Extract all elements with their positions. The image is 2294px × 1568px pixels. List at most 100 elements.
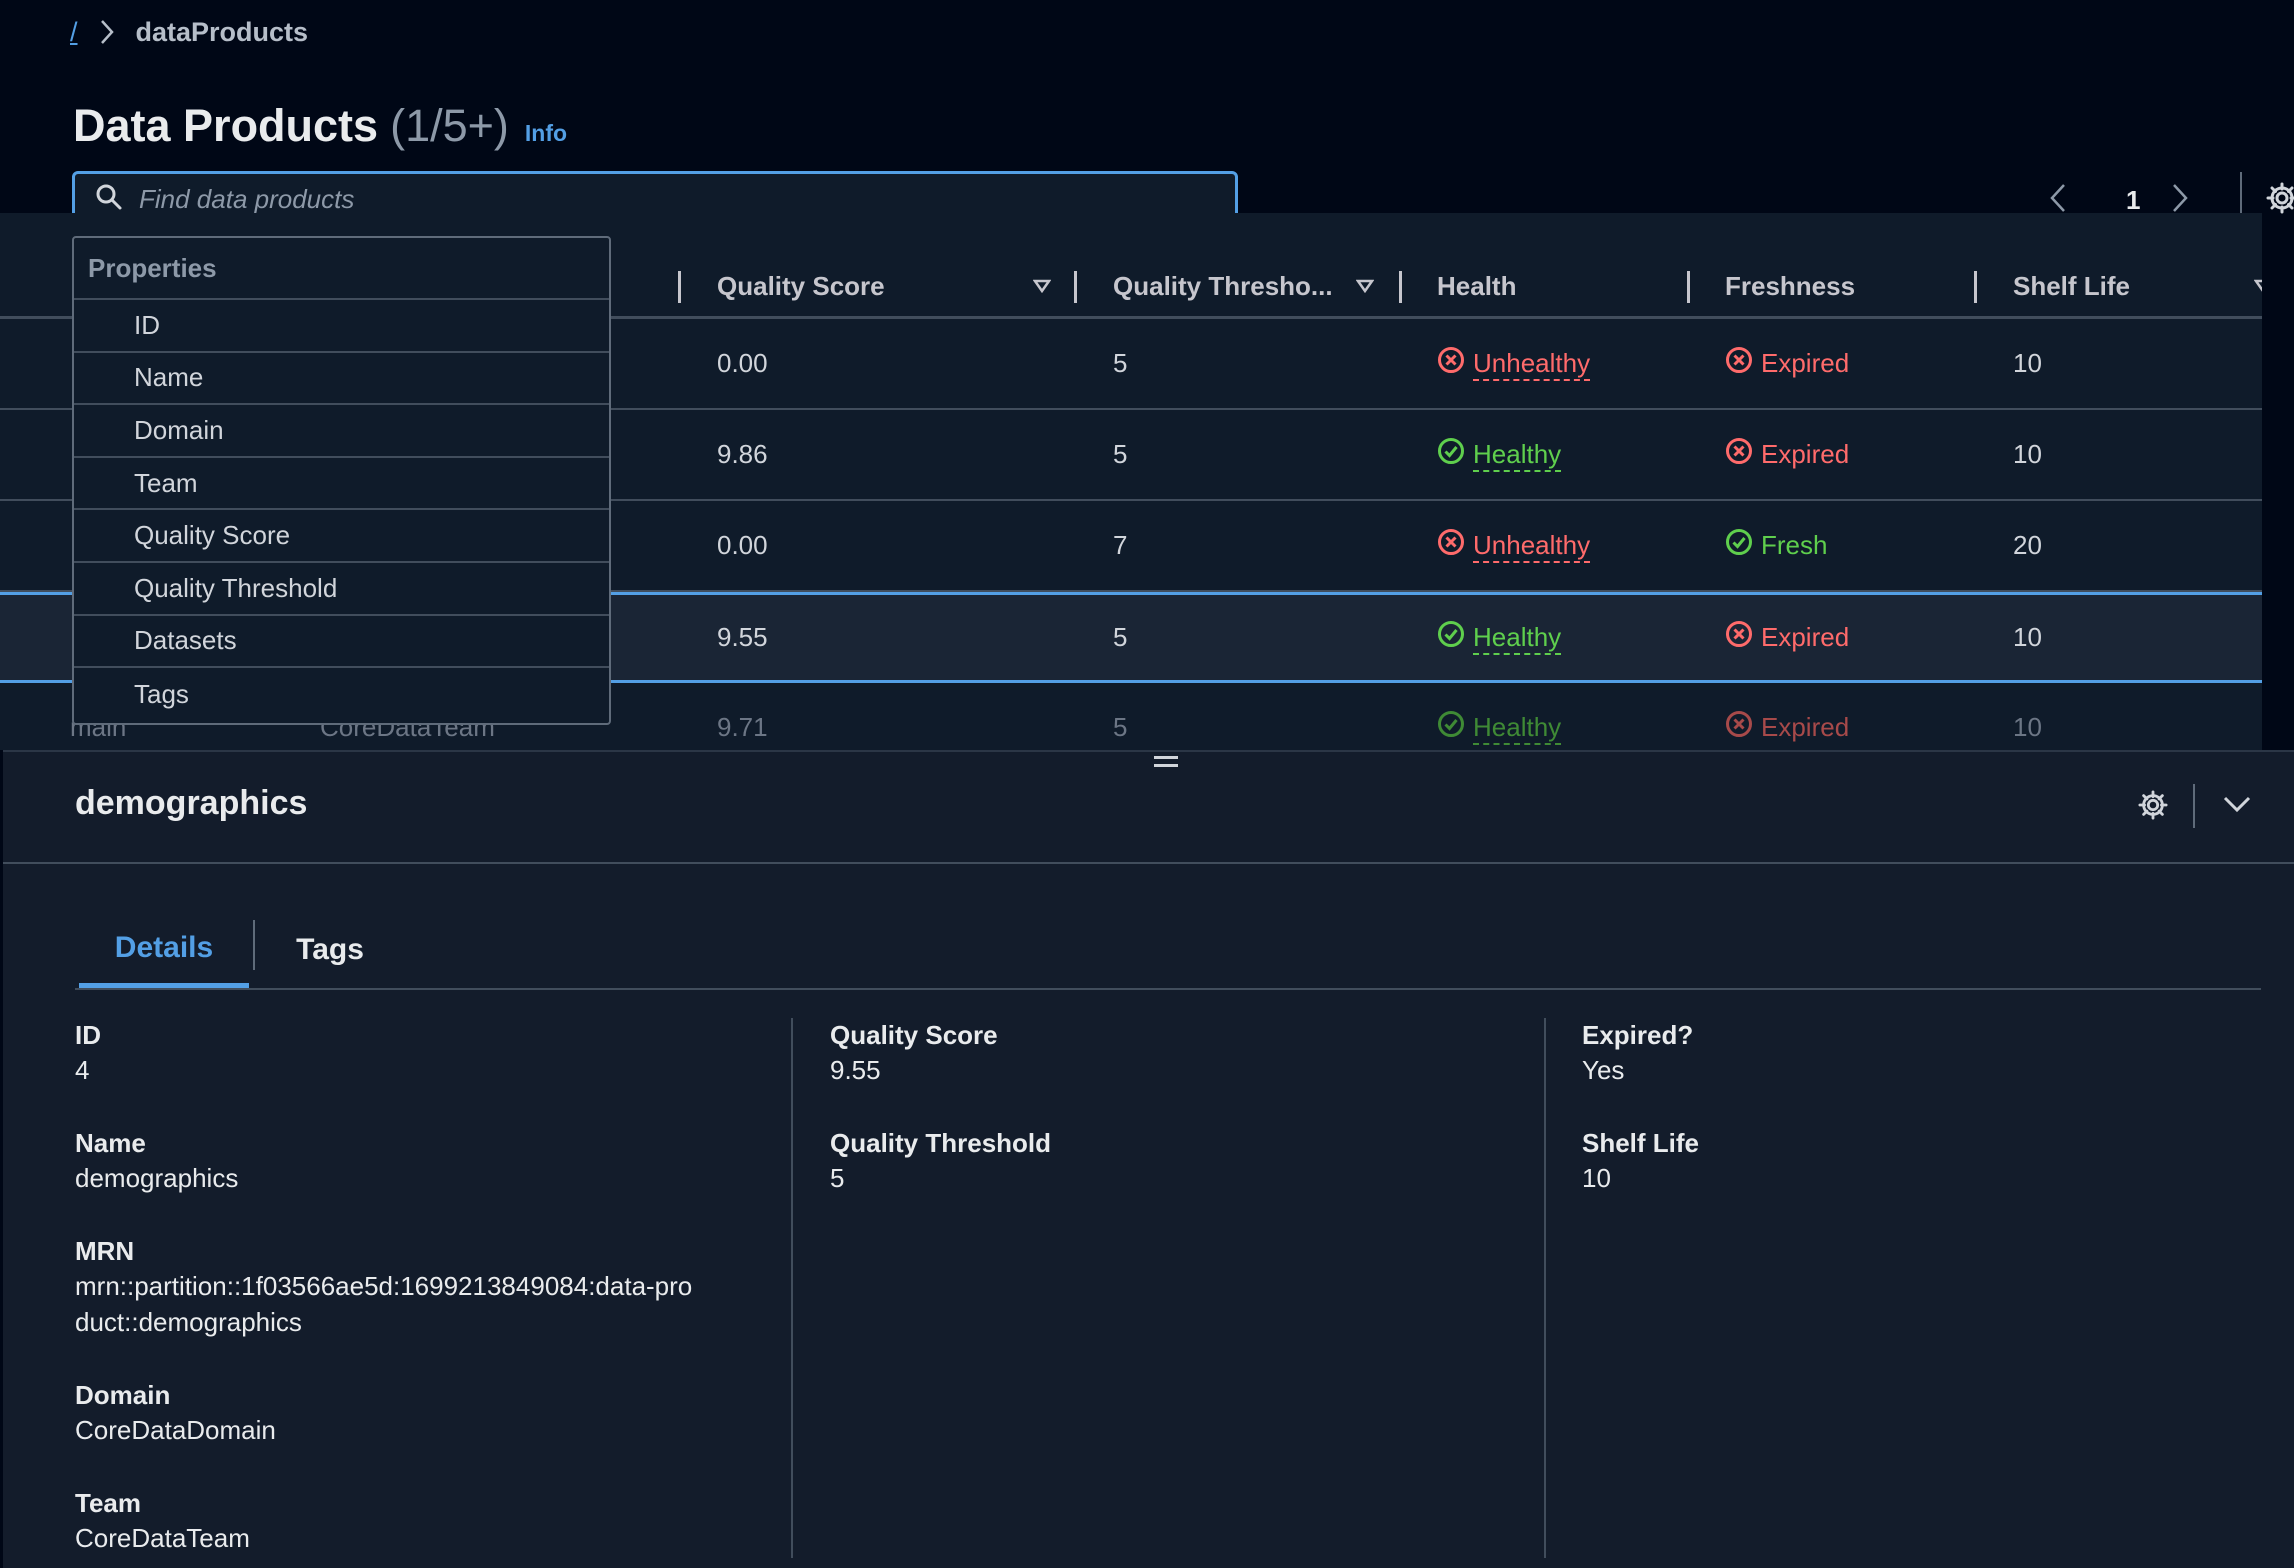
column-header-shelf-life[interactable]: Shelf Life: [2013, 253, 2130, 319]
dropdown-option-domain[interactable]: Domain: [74, 405, 609, 458]
health-status-text[interactable]: Healthy: [1473, 621, 1562, 655]
cell-freshness: Expired: [1725, 683, 1849, 750]
health-status-text[interactable]: Healthy: [1473, 711, 1562, 745]
field-expired: Expired? Yes: [1582, 1018, 2282, 1088]
field-name: Name demographics: [75, 1126, 775, 1196]
column-header-quality-score[interactable]: Quality Score: [717, 253, 885, 319]
field-label: Expired?: [1582, 1020, 1694, 1050]
column-divider: [1544, 1018, 1546, 1558]
cell-health: Healthy: [1437, 595, 1562, 680]
status-error-icon: [1725, 620, 1753, 655]
field-value: 10: [1582, 1163, 1611, 1193]
field-value: demographics: [75, 1163, 239, 1193]
status-error-icon: [1725, 346, 1753, 381]
field-value: CoreDataTeam: [75, 1523, 250, 1553]
field-id: ID 4: [75, 1018, 775, 1088]
field-value: CoreDataDomain: [75, 1415, 276, 1445]
panel-header-divider: [2193, 784, 2195, 828]
cell-quality-score: 9.86: [717, 439, 768, 469]
dropdown-option-quality-threshold[interactable]: Quality Threshold: [74, 563, 609, 616]
field-quality-threshold: Quality Threshold 5: [830, 1126, 1530, 1196]
page-title: Data Products (1/5+) Info: [73, 100, 567, 152]
tab-tags[interactable]: Tags: [275, 912, 385, 988]
column-resizer[interactable]: [1399, 271, 1402, 303]
cell-shelf-life: 10: [2013, 439, 2042, 469]
field-value: 4: [75, 1055, 90, 1085]
search-input[interactable]: [139, 184, 1235, 215]
detail-tabs: Details Tags: [75, 912, 2261, 990]
health-status-text[interactable]: Healthy: [1473, 438, 1562, 472]
details-column-3: Expired? Yes Shelf Life 10: [1582, 1018, 2282, 1234]
status-success-icon: [1437, 620, 1465, 655]
dropdown-option-quality-score[interactable]: Quality Score: [74, 510, 609, 563]
dropdown-option-id[interactable]: ID: [74, 300, 609, 353]
column-resizer[interactable]: [1074, 271, 1077, 303]
gear-icon[interactable]: [2266, 182, 2294, 219]
breadcrumb-current: dataProducts: [135, 16, 309, 47]
cell-freshness: Expired: [1725, 319, 1849, 408]
field-mrn: MRN mrn::partition::1f03566ae5d:16992138…: [75, 1234, 775, 1340]
search-icon: [95, 183, 123, 216]
field-value: Yes: [1582, 1055, 1625, 1085]
page-title-count: (1/5+): [390, 100, 509, 151]
column-resizer[interactable]: [678, 271, 681, 303]
chevron-down-icon[interactable]: [2222, 794, 2252, 819]
tab-divider: [253, 920, 255, 970]
field-label: Team: [75, 1488, 141, 1518]
details-column-2: Quality Score 9.55 Quality Threshold 5: [830, 1018, 1530, 1234]
cell-shelf-life: 10: [2013, 622, 2042, 652]
field-shelf-life: Shelf Life 10: [1582, 1126, 2282, 1196]
property-filter-dropdown: Properties ID Name Domain Team Quality S…: [72, 236, 611, 725]
cell-quality-threshold: 5: [1113, 622, 1128, 652]
cell-quality-threshold: 5: [1113, 439, 1128, 469]
field-label: Domain: [75, 1380, 171, 1410]
tab-details[interactable]: Details: [79, 912, 249, 988]
sort-caret-icon[interactable]: [1355, 279, 1375, 298]
cell-quality-threshold: 5: [1113, 712, 1128, 742]
column-resizer[interactable]: [1974, 271, 1977, 303]
dropdown-option-team[interactable]: Team: [74, 458, 609, 511]
status-error-icon: [1437, 346, 1465, 381]
column-header-freshness[interactable]: Freshness: [1725, 253, 1855, 319]
cell-health: Healthy: [1437, 683, 1562, 750]
dropdown-option-tags[interactable]: Tags: [74, 668, 609, 721]
info-link[interactable]: Info: [525, 120, 567, 147]
cell-quality-score: 0.00: [717, 530, 768, 560]
field-label: Name: [75, 1128, 146, 1158]
detail-split-panel: demographics Details Tags ID 4 Name demo…: [3, 750, 2294, 1568]
column-divider: [791, 1018, 793, 1558]
page-number[interactable]: 1: [2126, 185, 2140, 216]
field-team: Team CoreDataTeam: [75, 1486, 775, 1556]
field-value: 5: [830, 1163, 845, 1193]
column-header-health[interactable]: Health: [1437, 253, 1516, 319]
status-success-icon: [1437, 437, 1465, 472]
sort-caret-icon[interactable]: [2253, 279, 2262, 298]
page-title-text: Data Products: [73, 100, 379, 151]
gear-icon[interactable]: [2138, 790, 2168, 825]
field-label: Quality Threshold: [830, 1128, 1052, 1158]
breadcrumb-root-link[interactable]: /: [70, 17, 78, 48]
health-status-text[interactable]: Unhealthy: [1473, 529, 1591, 563]
cell-freshness: Expired: [1725, 595, 1849, 680]
column-resizer[interactable]: [1687, 271, 1690, 303]
health-status-text[interactable]: Unhealthy: [1473, 347, 1591, 381]
cell-quality-score: 9.71: [717, 712, 768, 742]
status-success-icon: [1437, 710, 1465, 745]
details-column-1: ID 4 Name demographics MRN mrn::partitio…: [75, 1018, 775, 1568]
cell-shelf-life: 20: [2013, 530, 2042, 560]
dropdown-group-label: Properties: [74, 238, 609, 300]
sort-caret-icon[interactable]: [1032, 279, 1052, 298]
dropdown-option-datasets[interactable]: Datasets: [74, 616, 609, 669]
dropdown-option-name[interactable]: Name: [74, 353, 609, 406]
cell-freshness: Fresh: [1725, 501, 1827, 590]
status-error-icon: [1725, 437, 1753, 472]
column-header-quality-threshold[interactable]: Quality Thresho...: [1113, 253, 1333, 319]
panel-header-rule: [3, 862, 2294, 864]
panel-title: demographics: [75, 784, 308, 822]
chevron-right-icon: [100, 19, 114, 45]
field-value: mrn::partition::1f03566ae5d:169921384908…: [75, 1271, 693, 1337]
freshness-status-text: Expired: [1761, 348, 1850, 378]
split-panel-resize-handle[interactable]: [1154, 756, 1178, 770]
cell-quality-score: 9.55: [717, 622, 768, 652]
field-domain: Domain CoreDataDomain: [75, 1378, 775, 1448]
